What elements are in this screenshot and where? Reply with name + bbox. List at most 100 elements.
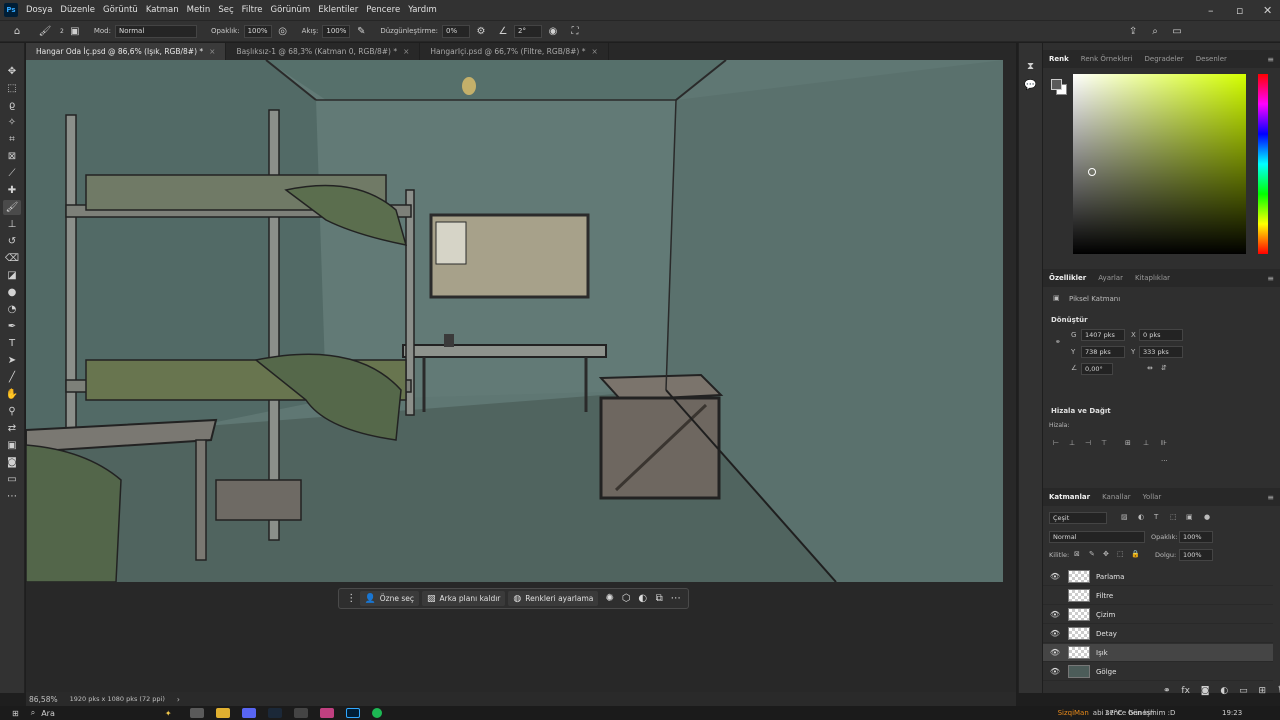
pressure-opacity-icon[interactable]: ◎	[276, 24, 290, 38]
pressure-size-icon[interactable]: ◉	[546, 24, 560, 38]
fill-field[interactable]: 100%	[1179, 549, 1213, 561]
tab-swatches[interactable]: Renk Örnekleri	[1075, 55, 1139, 63]
status-arrow-icon[interactable]: ›	[177, 695, 180, 704]
menu-filter[interactable]: Filtre	[238, 5, 267, 15]
pen-tool-icon[interactable]: ✒	[3, 319, 21, 334]
lock-artboard-icon[interactable]: ⬚	[1117, 550, 1124, 558]
history-panel-icon[interactable]: ⧗	[1027, 61, 1034, 72]
color-swatches-icon[interactable]: ▣	[3, 438, 21, 453]
canvas-area[interactable]: ⋮ 👤 Özne seç ▨ Arka planı kaldır ◍ Renkl…	[26, 60, 1016, 692]
menu-view[interactable]: Görünüm	[267, 5, 315, 15]
more-align-options[interactable]: ...	[1161, 455, 1168, 463]
steam-icon[interactable]	[267, 708, 282, 718]
mask-icon[interactable]: ⧉	[651, 593, 668, 604]
panel-menu-icon[interactable]: ≡	[1267, 55, 1274, 64]
transform-title[interactable]: Dönüştür	[1051, 316, 1088, 324]
angle-field[interactable]: 2°	[514, 24, 543, 38]
tab-hangarici[interactable]: HangarIçi.psd @ 66,7% (Filtre, RGB/8#) *…	[420, 43, 609, 60]
airbrush-icon[interactable]: ✎	[354, 24, 368, 38]
filter-type-icon[interactable]: T	[1154, 513, 1158, 521]
layer-style-icon[interactable]: fx	[1181, 686, 1190, 696]
panel-menu-icon[interactable]: ≡	[1267, 493, 1274, 502]
flip-horizontal-icon[interactable]: ⇹	[1147, 364, 1153, 372]
type-tool-icon[interactable]: T	[3, 336, 21, 351]
path-select-icon[interactable]: ➤	[3, 353, 21, 368]
brush-tool-icon-active[interactable]: 🖌	[3, 200, 21, 215]
artwork-canvas[interactable]	[26, 60, 1003, 582]
paint-bucket-icon[interactable]: ◪	[3, 268, 21, 283]
filter-toggle-icon[interactable]: ●	[1204, 513, 1210, 521]
screen-mode-icon[interactable]: ▭	[3, 472, 21, 487]
zoom-level[interactable]: 86,58%	[29, 695, 58, 704]
align-vcenter-icon[interactable]: ⊞	[1125, 439, 1131, 447]
visibility-eye-icon[interactable]: 👁	[1048, 610, 1062, 619]
lock-all-icon[interactable]: 🔒	[1131, 550, 1140, 558]
remove-background-button[interactable]: ▨ Arka planı kaldır	[421, 591, 506, 606]
tab-patterns[interactable]: Desenler	[1190, 55, 1233, 63]
layer-row[interactable]: 👁 Parlama	[1043, 568, 1273, 586]
move-tool-icon[interactable]: ✥	[3, 64, 21, 79]
transform-icon[interactable]: ⬡	[618, 593, 635, 604]
color-picker-marker[interactable]	[1088, 168, 1096, 176]
stamp-tool-icon[interactable]: ⊥	[3, 217, 21, 232]
align-top-icon[interactable]: ⊤	[1101, 439, 1107, 447]
menu-window[interactable]: Pencere	[362, 5, 404, 15]
lock-pixels-icon[interactable]: ✎	[1089, 550, 1095, 558]
smoothing-field[interactable]: 0%	[442, 24, 471, 38]
learn-icon[interactable]: ⌕	[1148, 24, 1162, 38]
quick-select-icon[interactable]: ✧	[3, 115, 21, 130]
eraser-tool-icon[interactable]: ⌫	[3, 251, 21, 266]
home-icon[interactable]: ⌂	[10, 24, 24, 38]
history-brush-icon[interactable]: ↺	[3, 234, 21, 249]
taskbar-search-label[interactable]: Ara	[41, 709, 55, 718]
copilot-icon[interactable]: ✦	[165, 709, 172, 718]
layer-opacity-field[interactable]: 100%	[1179, 531, 1213, 543]
align-title[interactable]: Hizala ve Dağıt	[1051, 407, 1111, 415]
filter-adjust-icon[interactable]: ◐	[1138, 513, 1144, 521]
fg-bg-swatches[interactable]	[1051, 79, 1067, 95]
close-tab-icon[interactable]: ×	[403, 47, 409, 56]
align-bottom-icon[interactable]: ⊥	[1143, 439, 1149, 447]
brush-size[interactable]: 2	[60, 28, 64, 35]
menu-file[interactable]: Dosya	[22, 5, 56, 15]
menu-plugins[interactable]: Eklentiler	[314, 5, 362, 15]
lock-position-icon[interactable]: ✥	[1103, 550, 1109, 558]
lasso-tool-icon[interactable]: ϱ	[3, 98, 21, 113]
comments-panel-icon[interactable]: 💬	[1024, 80, 1036, 91]
marquee-tool-icon[interactable]: ⬚	[3, 81, 21, 96]
line-tool-icon[interactable]: ╱	[3, 370, 21, 385]
blend-mode-select[interactable]: Normal	[1049, 531, 1145, 543]
quick-mask-icon[interactable]: ◙	[3, 455, 21, 470]
app-icon[interactable]	[319, 708, 334, 718]
filter-smart-icon[interactable]: ▣	[1186, 513, 1193, 521]
rotation-field[interactable]: 0,00°	[1081, 363, 1113, 375]
tab-hangar-oda[interactable]: Hangar Oda İç.psd @ 86,6% (Işık, RGB/8#)…	[26, 43, 227, 60]
mode-select[interactable]: Normal	[114, 24, 197, 38]
smoothing-options-icon[interactable]: ⚙	[474, 24, 488, 38]
close-tab-icon[interactable]: ×	[591, 47, 597, 56]
adjustment-icon[interactable]: ◐	[634, 593, 651, 604]
more-tools-icon[interactable]: ⋯	[3, 489, 21, 504]
x-field[interactable]: 0 pks	[1139, 329, 1183, 341]
clock[interactable]: 19:23	[1222, 709, 1242, 717]
more-options-icon[interactable]: ⋯	[667, 593, 684, 604]
tab-color[interactable]: Renk	[1043, 55, 1075, 63]
drag-handle-icon[interactable]: ⋮	[343, 593, 360, 604]
tab-properties[interactable]: Özellikler	[1043, 274, 1092, 282]
visibility-eye-icon[interactable]: 👁	[1048, 572, 1062, 581]
layer-row[interactable]: 👁 Işık	[1043, 644, 1273, 662]
panel-menu-icon[interactable]: ≡	[1267, 274, 1274, 283]
distribute-icon[interactable]: ⊪	[1161, 439, 1167, 447]
lock-transparent-icon[interactable]: ⊠	[1074, 550, 1080, 558]
eyedropper-icon[interactable]: ⟋	[3, 166, 21, 181]
chrome-icon[interactable]	[215, 708, 230, 718]
layer-row[interactable]: 👁 Gölge	[1043, 663, 1273, 681]
menu-select[interactable]: Seç	[214, 5, 237, 15]
zoom-tool-icon[interactable]: ⚲	[3, 404, 21, 419]
visibility-eye-icon[interactable]: 👁	[1048, 629, 1062, 638]
blur-tool-icon[interactable]: ●	[3, 285, 21, 300]
hand-tool-icon[interactable]: ✋	[3, 387, 21, 402]
capcut-icon[interactable]	[293, 708, 308, 718]
layer-filter-kind[interactable]: Çeşit	[1049, 512, 1107, 524]
task-view-icon[interactable]	[189, 708, 204, 718]
